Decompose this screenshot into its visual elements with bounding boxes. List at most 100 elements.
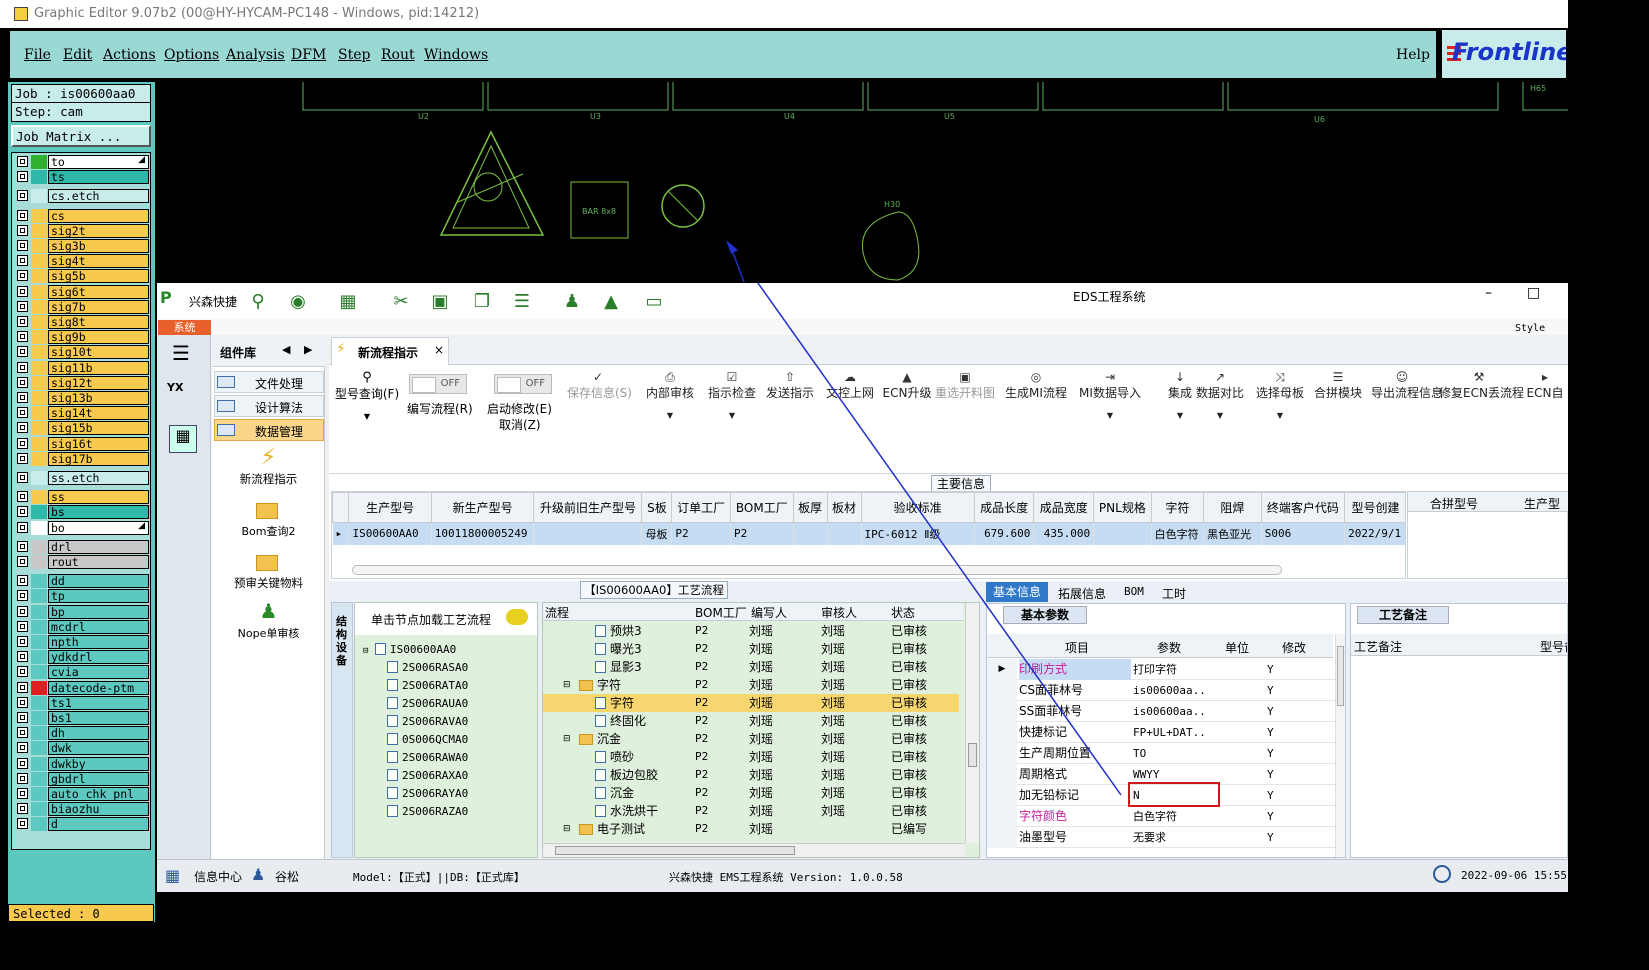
layer-row[interactable]: sig11b: [15, 360, 149, 375]
layer-checkbox[interactable]: [17, 361, 28, 373]
layer-row[interactable]: npth: [15, 635, 149, 649]
layer-row[interactable]: auto_chk_pnl: [15, 787, 149, 801]
layer-row[interactable]: cs.etch: [15, 189, 149, 204]
layer-checkbox[interactable]: [17, 712, 28, 723]
layer-checkbox[interactable]: [17, 666, 28, 678]
layer-name[interactable]: sig12t: [48, 375, 149, 390]
layer-row[interactable]: sig16t: [15, 436, 149, 451]
layer-name[interactable]: ts: [48, 170, 149, 185]
layer-checkbox[interactable]: [17, 240, 28, 251]
layer-name[interactable]: bo: [48, 520, 149, 535]
layer-checkbox[interactable]: [17, 742, 28, 754]
layer-row[interactable]: sig9b: [15, 330, 149, 345]
layer-checkbox[interactable]: [17, 392, 28, 403]
layer-name[interactable]: sig11b: [48, 360, 149, 375]
layer-name[interactable]: dd: [48, 574, 149, 589]
layer-name[interactable]: ydkdrl: [48, 650, 149, 665]
layer-name[interactable]: ss.etch: [48, 471, 149, 485]
layer-name[interactable]: sig13b: [48, 391, 149, 405]
layer-row[interactable]: datecode-ptm: [15, 680, 149, 695]
layer-row[interactable]: cvia: [15, 665, 149, 680]
layer-checkbox[interactable]: [17, 376, 28, 388]
layer-checkbox[interactable]: [17, 209, 28, 221]
layer-row[interactable]: ts: [15, 170, 149, 185]
menu-edit[interactable]: Edit: [63, 47, 92, 63]
layer-checkbox[interactable]: [17, 772, 28, 784]
layer-name[interactable]: datecode-ptm: [48, 680, 149, 695]
menu-step[interactable]: Step: [338, 47, 370, 63]
layer-checkbox[interactable]: [17, 681, 28, 693]
layer-checkbox[interactable]: [17, 540, 28, 552]
layer-row[interactable]: sig12t: [15, 375, 149, 390]
menu-file[interactable]: File: [24, 47, 51, 63]
layer-name[interactable]: sig3b: [48, 239, 149, 253]
layer-name[interactable]: d: [48, 817, 149, 832]
layer-checkbox[interactable]: [17, 506, 28, 518]
layer-name[interactable]: mcdrl: [48, 619, 149, 634]
layer-name[interactable]: sig8t: [48, 315, 149, 329]
layer-row[interactable]: biaozhu: [15, 802, 149, 817]
layer-name[interactable]: sig17b: [48, 451, 149, 466]
cad-canvas[interactable]: U2 U3 U4 U5 U6 H65 H30 BAR 8x8: [158, 82, 1568, 282]
grid-app-icon[interactable]: ▦: [165, 866, 180, 885]
layer-row[interactable]: bs1: [15, 711, 149, 725]
layer-checkbox[interactable]: [17, 521, 28, 533]
layer-checkbox[interactable]: [17, 818, 28, 830]
layer-name[interactable]: npth: [48, 635, 149, 649]
menu-actions[interactable]: Actions: [103, 47, 156, 63]
layer-name[interactable]: drl: [48, 539, 149, 554]
layer-checkbox[interactable]: [17, 255, 28, 267]
layer-row[interactable]: cs: [15, 208, 149, 223]
layer-row[interactable]: sig5b: [15, 269, 149, 284]
layer-row[interactable]: sig4t: [15, 254, 149, 269]
layer-checkbox[interactable]: [17, 316, 28, 327]
layer-row[interactable]: d: [15, 817, 149, 832]
layer-checkbox[interactable]: [17, 651, 28, 663]
layer-name[interactable]: bs1: [48, 711, 149, 725]
layer-checkbox[interactable]: [17, 575, 28, 587]
layer-row[interactable]: dwk: [15, 741, 149, 756]
layer-checkbox[interactable]: [17, 285, 28, 297]
layer-name[interactable]: cs.etch: [48, 189, 149, 204]
layer-name[interactable]: cvia: [48, 665, 149, 680]
layer-name[interactable]: sig10t: [48, 345, 149, 360]
layer-name[interactable]: dwkby: [48, 756, 149, 771]
layer-checkbox[interactable]: [17, 556, 28, 567]
layer-row[interactable]: ss.etch: [15, 471, 149, 485]
layer-row[interactable]: bp: [15, 604, 149, 619]
layer-checkbox[interactable]: [17, 491, 28, 503]
layer-checkbox[interactable]: [17, 605, 28, 617]
layer-name[interactable]: sig6t: [48, 284, 149, 299]
layer-checkbox[interactable]: [17, 190, 28, 202]
layer-row[interactable]: sig10t: [15, 345, 149, 360]
layer-name[interactable]: sig5b: [48, 269, 149, 284]
layer-name[interactable]: sig7b: [48, 299, 149, 314]
layer-checkbox[interactable]: [17, 803, 28, 815]
layer-row[interactable]: sig13b: [15, 391, 149, 405]
layer-name[interactable]: biaozhu: [48, 802, 149, 817]
layer-checkbox[interactable]: [17, 156, 28, 167]
layer-name[interactable]: to: [48, 155, 149, 169]
layer-name[interactable]: sig2t: [48, 223, 149, 238]
layer-name[interactable]: gbdrl: [48, 771, 149, 786]
layer-row[interactable]: ss: [15, 490, 149, 505]
layer-checkbox[interactable]: [17, 696, 28, 708]
layer-name[interactable]: cs: [48, 208, 149, 223]
layer-row[interactable]: to ◢: [15, 155, 149, 169]
layer-row[interactable]: sig14t: [15, 406, 149, 421]
layer-checkbox[interactable]: [17, 422, 28, 434]
layer-row[interactable]: drl: [15, 539, 149, 554]
layer-name[interactable]: ss: [48, 490, 149, 505]
layer-row[interactable]: sig17b: [15, 451, 149, 466]
layer-checkbox[interactable]: [17, 346, 28, 358]
layer-row[interactable]: dwkby: [15, 756, 149, 771]
layer-checkbox[interactable]: [17, 270, 28, 282]
layer-checkbox[interactable]: [17, 620, 28, 632]
layer-row[interactable]: ts1: [15, 695, 149, 710]
layer-name[interactable]: sig4t: [48, 254, 149, 269]
layer-checkbox[interactable]: [17, 300, 28, 312]
layer-row[interactable]: bo ◢: [15, 520, 149, 535]
job-matrix-button[interactable]: Job Matrix ...: [11, 125, 151, 147]
layer-row[interactable]: sig7b: [15, 299, 149, 314]
layer-name[interactable]: dwk: [48, 741, 149, 756]
